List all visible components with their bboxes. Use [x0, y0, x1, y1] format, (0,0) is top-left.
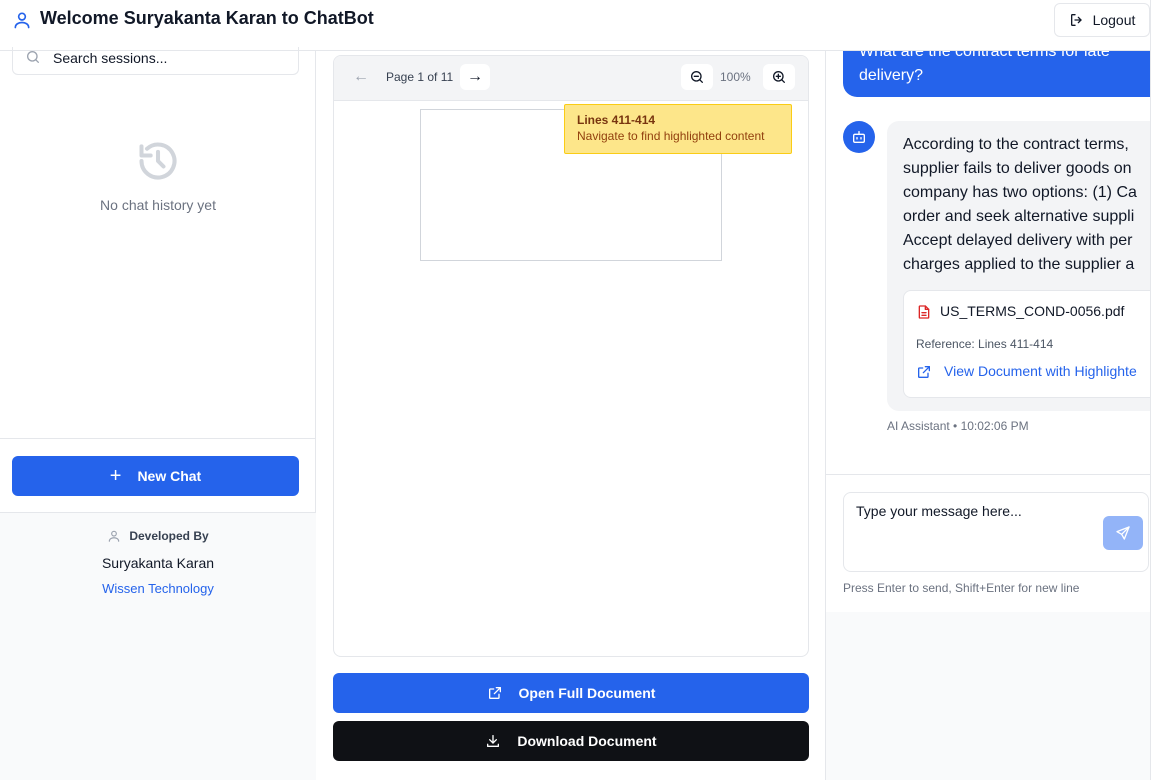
pdf-file-icon — [918, 305, 930, 319]
message-meta: AI Assistant • 10:02:06 PM — [887, 419, 1029, 433]
developed-by-label: Developed By — [129, 529, 209, 543]
highlight-subtitle: Navigate to find highlighted content — [577, 129, 765, 143]
chat-input-area: Press Enter to send, Shift+Enter for new… — [826, 474, 1151, 612]
logout-icon — [1070, 14, 1082, 26]
prev-page-button[interactable]: ← — [346, 64, 376, 90]
search-icon — [27, 51, 39, 63]
assistant-message: According to the contract terms, supplie… — [887, 121, 1151, 411]
scrollbar-track[interactable] — [1150, 0, 1173, 780]
reference-lines: Reference: Lines 411-414 — [916, 337, 1054, 351]
new-chat-label: New Chat — [137, 468, 202, 484]
external-link-icon — [488, 687, 501, 699]
top-header: Welcome Suryakanta Karan to ChatBot Logo… — [0, 0, 1173, 51]
zoom-out-icon — [691, 71, 703, 83]
assistant-message-text: According to the contract terms, supplie… — [903, 136, 1137, 273]
view-document-link[interactable]: View Document with Highlighte — [944, 363, 1137, 379]
open-full-document-button[interactable]: Open Full Document — [333, 673, 809, 713]
developer-footer: Developed By Suryakanta Karan Wissen Tec… — [0, 512, 316, 780]
search-box — [12, 47, 299, 75]
highlight-title: Lines 411-414 — [577, 113, 656, 127]
sidebar-bottom: + New Chat Developed By Suryakanta Karan… — [0, 438, 316, 780]
search-input[interactable] — [53, 47, 283, 69]
bot-avatar — [843, 121, 875, 153]
empty-history: No chat history yet — [0, 139, 316, 213]
download-document-button[interactable]: Download Document — [333, 721, 809, 761]
user-message: What are the contract terms for late del… — [843, 51, 1151, 97]
send-button[interactable] — [1103, 516, 1143, 550]
download-icon — [487, 735, 500, 747]
input-hint: Press Enter to send, Shift+Enter for new… — [843, 581, 1080, 595]
developed-by: Developed By — [0, 529, 316, 543]
reference-file-name: US_TERMS_COND-0056.pdf — [940, 303, 1125, 319]
developer-name: Suryakanta Karan — [101, 555, 215, 571]
page-indicator: Page 1 of 11 — [386, 70, 454, 84]
chat-panel: What are the contract terms for late del… — [825, 51, 1173, 780]
new-chat-button[interactable]: + New Chat — [12, 456, 299, 496]
company-link[interactable]: Wissen Technology — [0, 581, 316, 596]
user-icon — [14, 12, 30, 29]
zoom-out-button[interactable] — [681, 64, 713, 90]
next-page-button[interactable]: → — [460, 64, 490, 90]
document-panel: ← Page 1 of 11 → 100% Lines 411-414 Navi… — [317, 51, 825, 780]
download-document-label: Download Document — [517, 733, 657, 749]
person-icon — [109, 530, 120, 542]
bot-icon — [853, 131, 865, 143]
external-link-icon — [918, 366, 930, 378]
page-title: Welcome Suryakanta Karan to ChatBot — [40, 8, 374, 28]
zoom-in-icon — [773, 71, 785, 83]
zoom-in-button[interactable] — [763, 64, 795, 90]
zoom-level: 100% — [720, 70, 751, 84]
logout-label: Logout — [1092, 12, 1136, 28]
user-message-text: What are the contract terms for late del… — [859, 51, 1110, 84]
history-icon — [139, 142, 177, 180]
chat-messages: What are the contract terms for late del… — [826, 51, 1151, 474]
viewer-toolbar: ← Page 1 of 11 → 100% — [334, 56, 808, 101]
pdf-viewer: ← Page 1 of 11 → 100% Lines 411-414 Navi… — [333, 55, 809, 657]
chatbot-app: Welcome Suryakanta Karan to ChatBot Logo… — [0, 0, 1173, 780]
open-full-document-label: Open Full Document — [518, 685, 656, 701]
logout-button[interactable]: Logout — [1054, 3, 1150, 37]
document-reference-card: US_TERMS_COND-0056.pdf Reference: Lines … — [903, 290, 1151, 398]
highlight-tooltip: Lines 411-414 Navigate to find highlight… — [564, 104, 792, 154]
empty-history-text: No chat history yet — [100, 197, 216, 213]
sidebar: No chat history yet + New Chat Developed… — [0, 47, 316, 780]
send-icon — [1116, 526, 1130, 540]
plus-icon: + — [109, 465, 122, 487]
